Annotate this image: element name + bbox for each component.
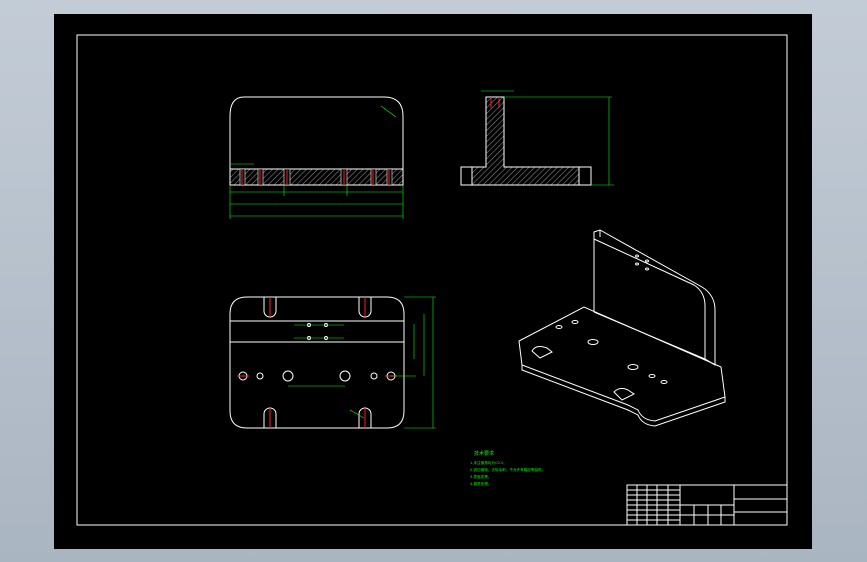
technical-requirement-line: 2.锐边倒钝，去除毛刺，不允许有裂纹等缺陷。: [470, 467, 545, 472]
technical-requirements-note: 技术要求 1.未注倒角均为C0.5。 2.锐边倒钝，去除毛刺，不允许有裂纹等缺陷…: [470, 450, 545, 486]
top-view[interactable]: [229, 296, 436, 429]
isometric-view[interactable]: [518, 229, 726, 427]
side-section-view[interactable]: [460, 90, 614, 186]
cad-viewer: 技术要求 1.未注倒角均为C0.5。 2.锐边倒钝，去除毛刺，不允许有裂纹等缺陷…: [0, 0, 867, 562]
title-block[interactable]: [626, 484, 788, 526]
drawing-canvas: 技术要求 1.未注倒角均为C0.5。 2.锐边倒钝，去除毛刺，不允许有裂纹等缺陷…: [76, 34, 788, 526]
technical-requirements-title: 技术要求: [474, 450, 494, 457]
technical-requirement-line: 4.调质处理。: [470, 481, 491, 486]
top-holes: [237, 323, 397, 382]
front-section-view[interactable]: [229, 96, 404, 219]
technical-requirement-line: 1.未注倒角均为C0.5。: [470, 460, 507, 465]
front-dimensions: [229, 105, 404, 219]
outer-frame: [76, 34, 788, 526]
technical-requirement-line: 3.表面发黑。: [470, 474, 491, 479]
top-slots: [263, 297, 372, 428]
drawing-sheet[interactable]: 技术要求 1.未注倒角均为C0.5。 2.锐边倒钝，去除毛刺，不允许有裂纹等缺陷…: [54, 14, 812, 549]
